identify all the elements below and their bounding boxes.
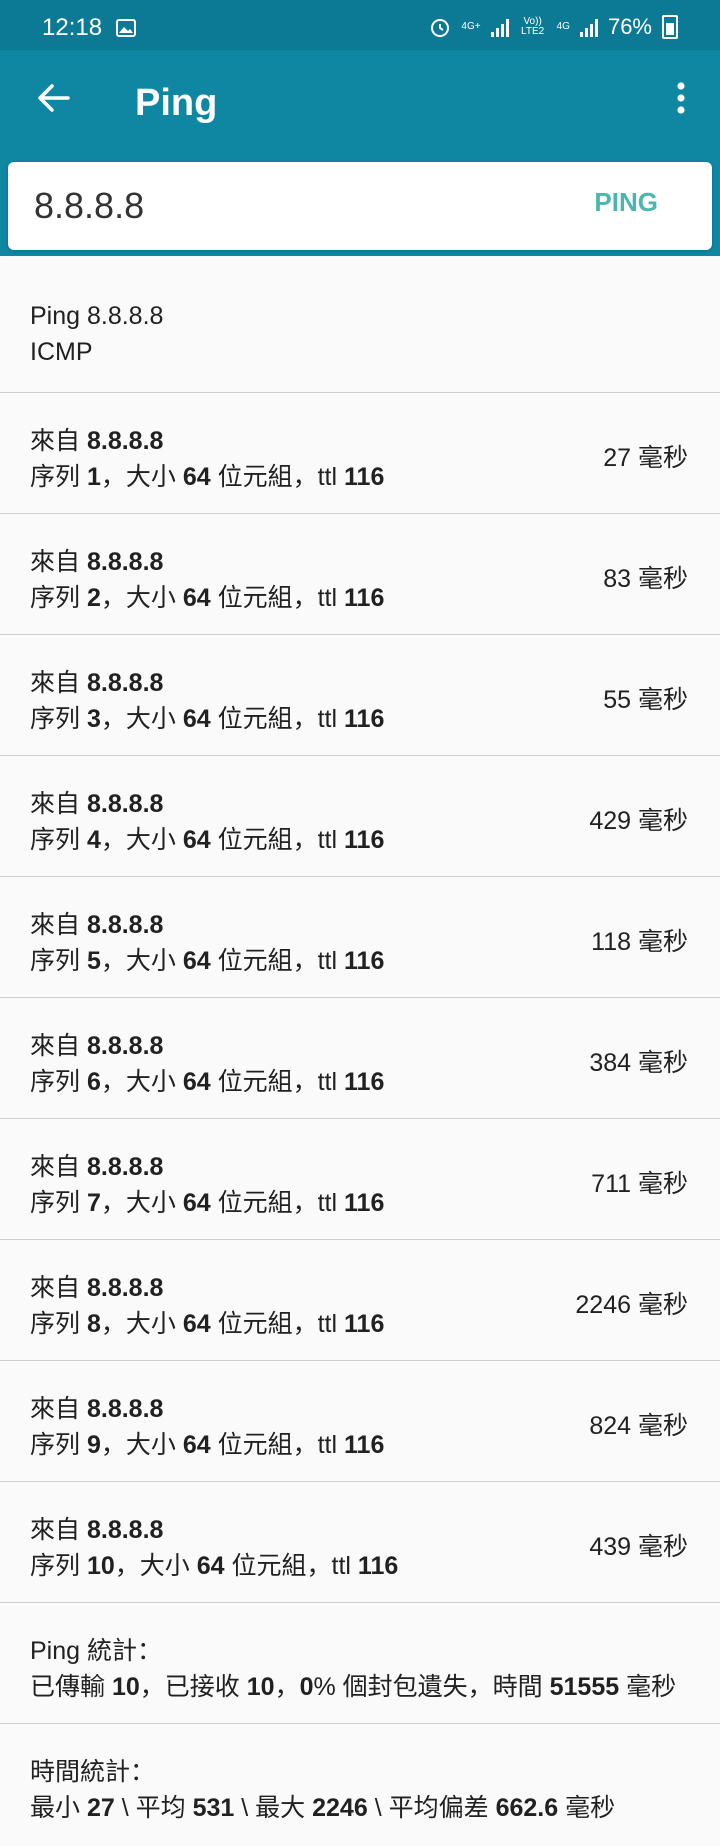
reply-time: 118 毫秒 xyxy=(591,928,688,956)
reply-time: 824 毫秒 xyxy=(589,1412,688,1440)
protocol-line: ICMP xyxy=(30,338,93,366)
reply-from: 來自 8.8.8.8 xyxy=(30,790,164,818)
signal-icon-1 xyxy=(490,17,509,37)
results-list: Ping 8.8.8.8 ICMP 來自 8.8.8.8 序列 1，大小 64 位… xyxy=(0,256,720,1845)
reply-details: 序列 1，大小 64 位元組，ttl 116 xyxy=(30,463,385,491)
reply-row: 來自 8.8.8.8 序列 10，大小 64 位元組，ttl 116 439 毫秒 xyxy=(0,1482,720,1603)
reply-details: 序列 5，大小 64 位元組，ttl 116 xyxy=(30,947,385,975)
reply-details: 序列 10，大小 64 位元組，ttl 116 xyxy=(30,1552,399,1580)
reply-row: 來自 8.8.8.8 序列 6，大小 64 位元組，ttl 116 384 毫秒 xyxy=(0,998,720,1119)
reply-time: 83 毫秒 xyxy=(603,565,688,593)
alarm-icon xyxy=(431,19,450,37)
reply-from: 來自 8.8.8.8 xyxy=(30,1153,164,1181)
signal-icon-2 xyxy=(579,17,598,37)
ping-stats: Ping 統計： 已傳輸 10，已接收 10，0% 個封包遺失，時間 51555… xyxy=(0,1603,720,1724)
volte-indicator: Vo)) LTE2 xyxy=(521,16,545,37)
reply-from: 來自 8.8.8.8 xyxy=(30,669,164,697)
status-time: 12:18 xyxy=(42,14,103,41)
reply-row: 來自 8.8.8.8 序列 4，大小 64 位元組，ttl 116 429 毫秒 xyxy=(0,756,720,877)
reply-details: 序列 8，大小 64 位元組，ttl 116 xyxy=(30,1310,385,1338)
reply-details: 序列 4，大小 64 位元組，ttl 116 xyxy=(30,826,385,854)
image-notification-icon xyxy=(116,19,137,37)
time-stats-title: 時間統計： xyxy=(30,1758,156,1786)
reply-from: 來自 8.8.8.8 xyxy=(30,1516,164,1544)
reply-from: 來自 8.8.8.8 xyxy=(30,427,164,455)
reply-time: 384 毫秒 xyxy=(589,1049,688,1077)
reply-from: 來自 8.8.8.8 xyxy=(30,1395,164,1423)
reply-details: 序列 9，大小 64 位元組，ttl 116 xyxy=(30,1431,385,1459)
ping-stats-line: 已傳輸 10，已接收 10，0% 個封包遺失，時間 51555 毫秒 xyxy=(30,1673,677,1701)
reply-from: 來自 8.8.8.8 xyxy=(30,1032,164,1060)
reply-from: 來自 8.8.8.8 xyxy=(30,548,164,576)
reply-details: 序列 3，大小 64 位元組，ttl 116 xyxy=(30,705,385,733)
search-bar-area: PING xyxy=(0,162,720,256)
back-arrow-icon[interactable] xyxy=(32,76,76,120)
ping-target-line: Ping 8.8.8.8 xyxy=(30,302,164,330)
reply-row: 來自 8.8.8.8 序列 5，大小 64 位元組，ttl 116 118 毫秒 xyxy=(0,877,720,998)
time-stats: 時間統計： 最小 27 \ 平均 531 \ 最大 2246 \ 平均偏差 66… xyxy=(0,1724,720,1845)
ping-stats-title: Ping 統計： xyxy=(30,1637,162,1665)
time-stats-line: 最小 27 \ 平均 531 \ 最大 2246 \ 平均偏差 662.6 毫秒 xyxy=(30,1794,616,1822)
ping-header: Ping 8.8.8.8 ICMP xyxy=(0,256,720,393)
status-bar: 12:18 4G+ Vo)) LTE2 4G 76% xyxy=(0,0,720,50)
ping-button[interactable]: PING xyxy=(588,186,664,219)
reply-details: 序列 7，大小 64 位元組，ttl 116 xyxy=(30,1189,385,1217)
reply-details: 序列 6，大小 64 位元組，ttl 116 xyxy=(30,1068,385,1096)
reply-time: 711 毫秒 xyxy=(591,1170,688,1198)
reply-row: 來自 8.8.8.8 序列 3，大小 64 位元組，ttl 116 55 毫秒 xyxy=(0,635,720,756)
app-bar: Ping xyxy=(0,50,720,162)
reply-time: 439 毫秒 xyxy=(589,1533,688,1561)
search-card: PING xyxy=(8,162,712,250)
reply-row: 來自 8.8.8.8 序列 9，大小 64 位元組，ttl 116 824 毫秒 xyxy=(0,1361,720,1482)
reply-time: 2246 毫秒 xyxy=(575,1291,688,1319)
reply-time: 55 毫秒 xyxy=(603,686,688,714)
reply-row: 來自 8.8.8.8 序列 2，大小 64 位元組，ttl 116 83 毫秒 xyxy=(0,514,720,635)
more-vert-icon[interactable] xyxy=(666,76,696,120)
page-title: Ping xyxy=(135,82,218,124)
reply-from: 來自 8.8.8.8 xyxy=(30,1274,164,1302)
battery-percent: 76% xyxy=(607,14,652,39)
reply-row: 來自 8.8.8.8 序列 7，大小 64 位元組，ttl 116 711 毫秒 xyxy=(0,1119,720,1240)
reply-from: 來自 8.8.8.8 xyxy=(30,911,164,939)
reply-time: 429 毫秒 xyxy=(589,807,688,835)
reply-row: 來自 8.8.8.8 序列 1，大小 64 位元組，ttl 116 27 毫秒 xyxy=(0,393,720,514)
battery-icon xyxy=(662,15,678,39)
reply-time: 27 毫秒 xyxy=(603,444,688,472)
reply-row: 來自 8.8.8.8 序列 8，大小 64 位元組，ttl 116 2246 毫秒 xyxy=(0,1240,720,1361)
network-type-2: 4G xyxy=(556,21,570,32)
reply-details: 序列 2，大小 64 位元組，ttl 116 xyxy=(30,584,385,612)
host-input[interactable] xyxy=(32,180,536,232)
network-type-1: 4G+ xyxy=(461,21,481,32)
